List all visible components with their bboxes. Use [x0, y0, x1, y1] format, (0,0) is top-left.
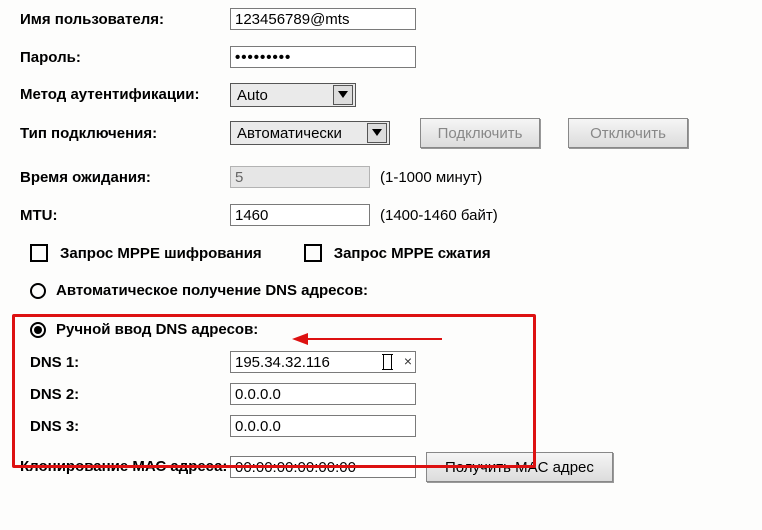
mppe-comp-checkbox[interactable] — [304, 244, 322, 262]
conntype-select[interactable]: Автоматически — [230, 121, 390, 145]
dns2-label: DNS 2: — [30, 386, 230, 403]
username-input[interactable] — [230, 8, 416, 30]
dns3-label: DNS 3: — [30, 418, 230, 435]
mppe-enc-checkbox[interactable] — [30, 244, 48, 262]
mtu-input[interactable] — [230, 204, 370, 226]
mac-label: Клонирование МАС адреса: — [20, 458, 230, 475]
dns2-input[interactable] — [230, 383, 416, 405]
auth-select-value: Auto — [237, 87, 268, 104]
disconnect-button[interactable]: Отключить — [568, 118, 688, 148]
username-label: Имя пользователя: — [20, 11, 230, 28]
auth-label: Метод аутентификации: — [20, 86, 230, 103]
mtu-label: MTU: — [20, 207, 230, 224]
dns-manual-radio[interactable] — [30, 322, 46, 338]
dns-auto-label: Автоматическое получение DNS адресов: — [56, 282, 368, 299]
timeout-input — [230, 166, 370, 188]
text-cursor-icon — [383, 354, 392, 370]
conntype-label: Тип подключения: — [20, 125, 230, 142]
dns-auto-radio[interactable] — [30, 283, 46, 299]
timeout-label: Время ожидания: — [20, 169, 230, 186]
password-label: Пароль: — [20, 49, 230, 66]
dns3-input[interactable] — [230, 415, 416, 437]
clear-icon[interactable]: × — [404, 354, 412, 368]
get-mac-button[interactable]: Получить MAC адрес — [426, 452, 613, 482]
connect-button[interactable]: Подключить — [420, 118, 540, 148]
conntype-select-value: Автоматически — [237, 125, 342, 142]
mtu-hint: (1400-1460 байт) — [380, 207, 498, 224]
chevron-down-icon — [367, 123, 387, 143]
chevron-down-icon — [333, 85, 353, 105]
mppe-enc-label: Запрос MPPE шифрования — [60, 245, 262, 262]
dns1-label: DNS 1: — [30, 354, 230, 371]
mac-input[interactable] — [230, 456, 416, 478]
dns-manual-label: Ручной ввод DNS адресов: — [56, 321, 258, 338]
auth-select[interactable]: Auto — [230, 83, 356, 107]
password-input[interactable] — [230, 46, 416, 68]
timeout-hint: (1-1000 минут) — [380, 169, 482, 186]
mppe-comp-label: Запрос MPPE сжатия — [334, 245, 491, 262]
